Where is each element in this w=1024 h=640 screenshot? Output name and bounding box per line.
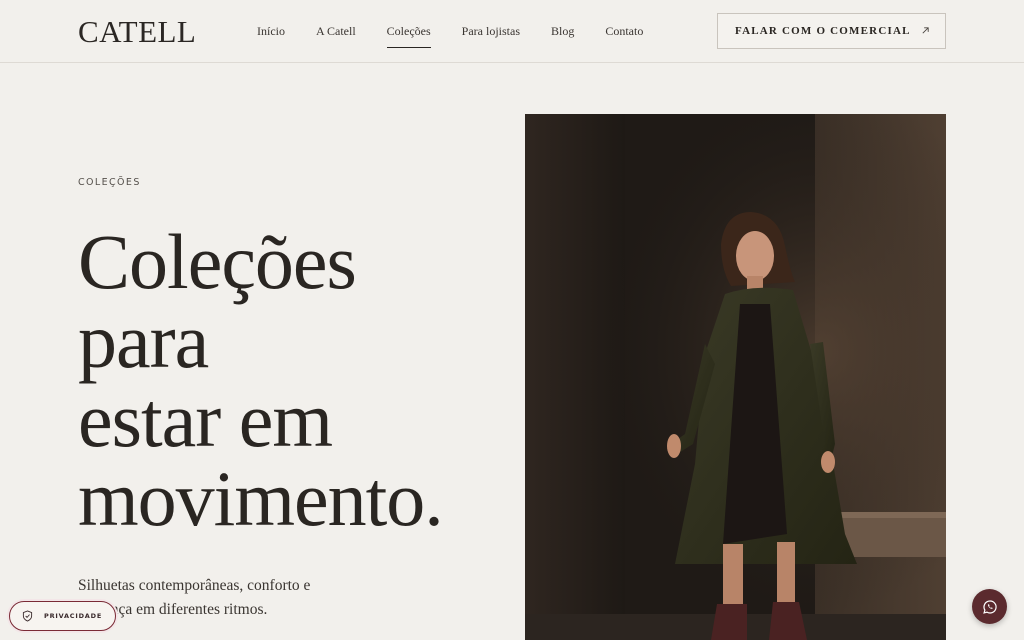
arrow-up-right-icon <box>921 25 930 38</box>
contact-sales-button[interactable]: FALAR COM O COMERCIAL <box>717 13 946 49</box>
shield-icon <box>22 610 34 622</box>
hero-subtitle: Silhuetas contemporâneas, conforto e pre… <box>78 577 311 618</box>
privacy-button[interactable]: PRIVACIDADE <box>9 601 116 631</box>
logo[interactable]: CATELL <box>78 14 196 50</box>
privacy-label: PRIVACIDADE <box>44 612 103 620</box>
nav-item-inicio[interactable]: Início <box>257 0 285 63</box>
nav-item-colecoes[interactable]: Coleções <box>386 0 431 63</box>
whatsapp-icon <box>982 599 998 615</box>
site-header: CATELL Início A Catell Coleções Para loj… <box>0 0 1024 63</box>
nav-item-contato[interactable]: Contato <box>605 0 643 63</box>
hero-title-line: movimento. <box>78 455 444 542</box>
nav-item-para-lojistas[interactable]: Para lojistas <box>462 0 520 63</box>
hero-title: Coleções para estar em movimento. <box>78 222 518 538</box>
hero-image <box>525 114 946 640</box>
hero-title-line: para <box>78 297 209 384</box>
nav-item-blog[interactable]: Blog <box>551 0 574 63</box>
section-eyebrow: COLEÇÕES <box>78 177 141 188</box>
whatsapp-button[interactable] <box>972 589 1007 624</box>
hero-title-line: Coleções <box>78 218 357 305</box>
main-nav: Início A Catell Coleções Para lojistas B… <box>257 0 674 63</box>
hero-title-line: estar em <box>78 376 333 463</box>
contact-sales-label: FALAR COM O COMERCIAL <box>735 25 911 37</box>
nav-item-a-catell[interactable]: A Catell <box>316 0 356 63</box>
